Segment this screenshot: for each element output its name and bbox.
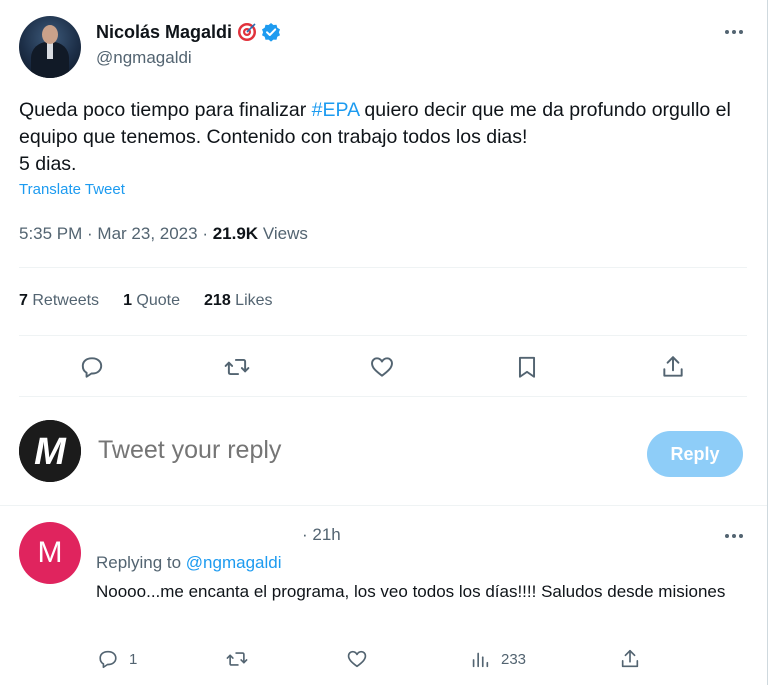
reply-avatar-letter: M <box>37 536 63 569</box>
divider <box>19 335 747 336</box>
target-emoji-icon <box>237 22 257 42</box>
replying-to: Replying to @ngmagaldi <box>96 553 281 573</box>
reply-reply-action[interactable]: 1 <box>97 648 137 670</box>
likes-stat[interactable]: 218 Likes <box>204 292 273 310</box>
retweets-label: Retweets <box>32 292 100 309</box>
replying-prefix: Replying to <box>96 553 186 572</box>
more-icon[interactable] <box>722 526 746 546</box>
reply-button[interactable]: Reply <box>647 431 743 477</box>
replying-mention-link[interactable]: @ngmagaldi <box>186 553 282 572</box>
heart-icon <box>347 650 367 668</box>
tweet-date[interactable]: Mar 23, 2023 <box>97 224 197 243</box>
hashtag-link[interactable]: #EPA <box>312 99 359 121</box>
author-name-row: Nicolás Magaldi <box>96 20 281 44</box>
current-user-avatar-letter: M <box>34 431 67 473</box>
reply-input[interactable] <box>98 436 618 465</box>
tweet-stats: 7 Retweets 1 Quote 218 Likes <box>19 292 297 310</box>
share-icon[interactable] <box>660 354 686 380</box>
tweet-meta: 5:35 PM · Mar 23, 2023 · 21.9K Views <box>19 224 308 243</box>
bookmark-icon[interactable] <box>514 354 540 380</box>
tweet-time[interactable]: 5:35 PM <box>19 224 82 243</box>
reply-retweet-action[interactable] <box>226 648 248 670</box>
reply-views-action[interactable]: 233 <box>469 648 526 670</box>
reply-like-action[interactable] <box>346 648 368 670</box>
reply-reply-count: 1 <box>129 650 138 668</box>
share-icon <box>621 649 639 668</box>
author-avatar[interactable] <box>19 16 81 78</box>
retweets-stat[interactable]: 7 Retweets <box>19 292 99 310</box>
likes-count: 218 <box>204 292 231 309</box>
quotes-count: 1 <box>123 292 132 309</box>
reply-share-action[interactable] <box>619 648 641 670</box>
reply-text: Noooo...me encanta el programa, los veo … <box>96 582 726 601</box>
views-count: 21.9K <box>212 224 259 243</box>
reply-icon[interactable] <box>79 354 105 380</box>
current-user-avatar[interactable]: M <box>19 420 81 482</box>
tweet-text-line3: 5 dias. <box>19 153 77 175</box>
verified-badge-icon <box>261 22 281 42</box>
reply-time[interactable]: · 21h <box>302 525 341 545</box>
quotes-label: Quote <box>136 292 181 309</box>
translate-tweet-link[interactable]: Translate Tweet <box>19 181 125 198</box>
more-icon[interactable] <box>722 22 746 42</box>
likes-label: Likes <box>235 292 273 309</box>
divider <box>0 505 767 506</box>
retweet-icon <box>226 652 248 666</box>
reply-icon <box>99 650 117 669</box>
divider <box>19 396 747 397</box>
retweets-count: 7 <box>19 292 28 309</box>
tweet-text: Queda poco tiempo para finalizar #EPA qu… <box>19 97 749 178</box>
views-icon <box>472 652 489 668</box>
heart-icon[interactable] <box>369 354 395 380</box>
reply-author-avatar[interactable]: M <box>19 522 81 584</box>
author-handle[interactable]: @ngmagaldi <box>96 48 192 68</box>
divider <box>19 267 747 268</box>
quotes-stat[interactable]: 1 Quote <box>123 292 180 310</box>
reply-views-count: 233 <box>501 650 527 668</box>
tweet-text-start: Queda poco tiempo para finalizar <box>19 99 312 121</box>
author-name[interactable]: Nicolás Magaldi <box>96 22 232 43</box>
views-label: Views <box>262 224 308 243</box>
retweet-icon[interactable] <box>224 354 250 380</box>
